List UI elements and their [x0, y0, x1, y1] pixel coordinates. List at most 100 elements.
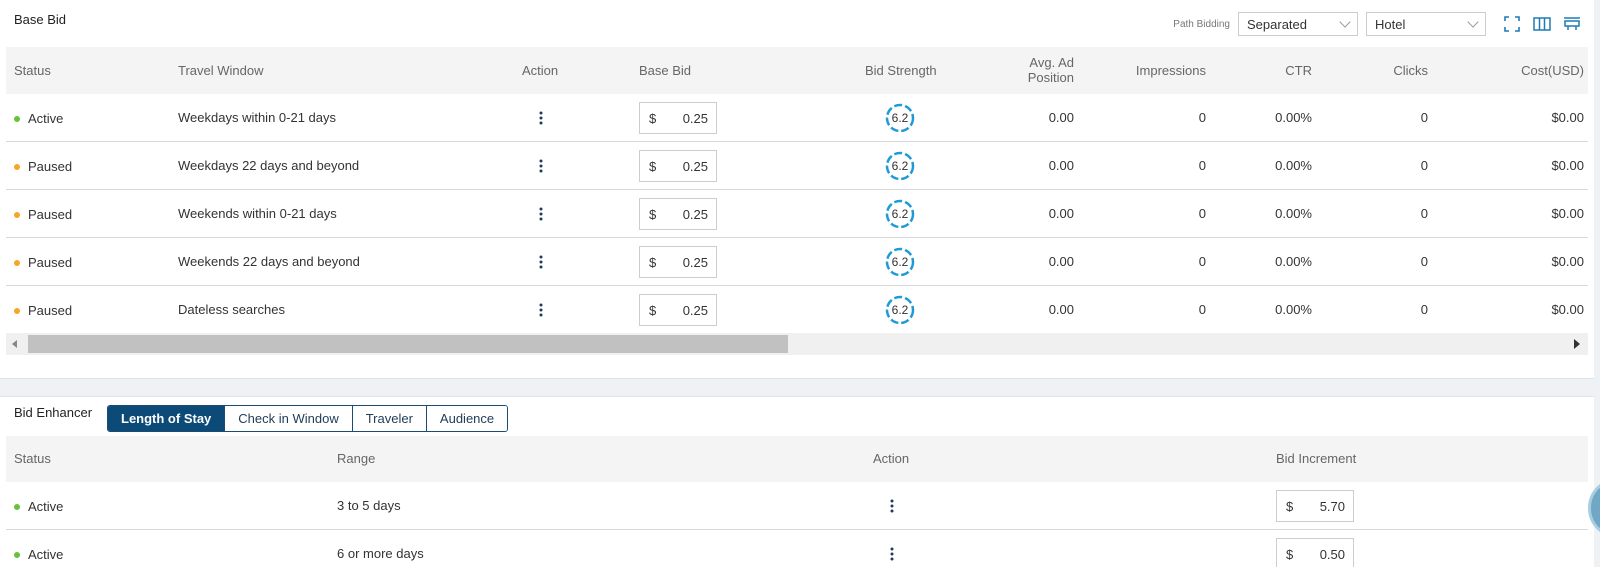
bid-strength-value: 6.2 [891, 303, 909, 317]
impressions-cell: 0 [1198, 254, 1206, 269]
status-label: Paused [28, 303, 73, 318]
status-dot [14, 211, 20, 218]
base-bid-input[interactable]: $0.25 [639, 198, 717, 230]
bid-enhancer-panel: Bid Enhancer Length of Stay Check in Win… [0, 396, 1594, 567]
base-bid-value: 0.25 [682, 111, 708, 126]
currency-symbol: $ [649, 303, 657, 318]
tab-traveler[interactable]: Traveler [351, 406, 426, 431]
path-bidding-select[interactable]: Separated [1238, 12, 1358, 36]
base-bid-toolbar: Path Bidding Separated Hotel [1173, 12, 1584, 36]
status-dot [14, 259, 20, 266]
clicks-cell: 0 [1420, 206, 1428, 221]
more-actions-icon[interactable] [531, 108, 551, 128]
more-actions-icon[interactable] [531, 300, 551, 320]
currency-symbol: $ [649, 207, 657, 222]
travel-window-cell: Weekdays 22 days and beyond [178, 158, 360, 173]
base-bid-input[interactable]: $0.25 [639, 246, 717, 278]
col-travel-window: Travel Window [178, 63, 264, 78]
bid-strength-value: 6.2 [891, 255, 909, 269]
type-select[interactable]: Hotel [1366, 12, 1486, 36]
travel-window-cell: Weekends 22 days and beyond [178, 254, 360, 269]
status-label: Paused [28, 255, 73, 270]
columns-icon[interactable] [1530, 12, 1554, 36]
tab-audience[interactable]: Audience [425, 406, 508, 431]
impressions-cell: 0 [1198, 110, 1206, 125]
base-bid-input[interactable]: $0.25 [639, 102, 717, 134]
impressions-cell: 0 [1198, 302, 1206, 317]
ctr-cell: 0.00% [1275, 158, 1312, 173]
status-cell: Active [14, 499, 63, 514]
table-row: Active 3 to 5 days $5.70 [6, 482, 1588, 530]
chevron-down-icon [1467, 16, 1479, 28]
table-row: Paused Weekends 22 days and beyond $0.25 6.… [6, 238, 1588, 286]
scrollbar-thumb[interactable] [28, 335, 788, 353]
base-bid-panel: Base Bid Path Bidding Separated Hotel St… [0, 0, 1594, 379]
more-actions-icon[interactable] [882, 496, 902, 516]
status-dot [14, 163, 20, 170]
fullscreen-icon[interactable] [1500, 12, 1524, 36]
travel-window-cell: Dateless searches [178, 302, 285, 317]
col-range: Range [337, 451, 376, 466]
status-cell: Active [14, 547, 63, 562]
chevron-down-icon [1339, 16, 1351, 28]
bid-enhancer-title: Bid Enhancer [14, 405, 93, 420]
bid-strength-gauge: 6.2 [884, 102, 916, 134]
base-bid-input[interactable]: $0.25 [639, 294, 717, 326]
avg-position-cell: 0.00 [1048, 110, 1074, 125]
clicks-cell: 0 [1420, 254, 1428, 269]
horizontal-scrollbar[interactable] [6, 333, 1588, 355]
currency-symbol: $ [649, 255, 657, 270]
path-bidding-label: Path Bidding [1173, 18, 1230, 30]
status-dot [14, 503, 20, 510]
tab-check-in-window[interactable]: Check in Window [224, 406, 352, 431]
col-action: Action [873, 451, 910, 466]
bid-increment-input[interactable]: $0.50 [1276, 538, 1354, 567]
bid-increment-input[interactable]: $5.70 [1276, 490, 1354, 522]
status-label: Active [28, 499, 64, 514]
cost-cell: $0.00 [1551, 158, 1584, 173]
base-bid-title: Base Bid [14, 12, 67, 27]
currency-symbol: $ [649, 111, 657, 126]
col-status: Status [14, 451, 51, 466]
bid-strength-gauge: 6.2 [884, 246, 916, 278]
status-cell: Paused [14, 303, 72, 318]
scroll-left-icon[interactable] [12, 340, 17, 348]
travel-window-cell: Weekdays within 0-21 days [178, 110, 337, 125]
travel-window-cell: Weekends within 0-21 days [178, 206, 337, 221]
status-cell: Paused [14, 207, 72, 222]
bid-strength-value: 6.2 [891, 159, 909, 173]
bid-increment-value: 0.50 [1319, 547, 1345, 562]
col-clicks: Clicks [1393, 63, 1428, 78]
bid-strength-gauge: 6.2 [884, 150, 916, 182]
base-bid-value: 0.25 [682, 159, 708, 174]
base-bid-value: 0.25 [682, 207, 708, 222]
col-avg-ad: Avg. Ad [1029, 55, 1074, 70]
impressions-cell: 0 [1198, 158, 1206, 173]
cost-cell: $0.00 [1551, 254, 1584, 269]
bid-strength-gauge: 6.2 [884, 198, 916, 230]
cost-cell: $0.00 [1551, 302, 1584, 317]
sticky-icon[interactable] [1560, 12, 1584, 36]
more-actions-icon[interactable] [882, 544, 902, 564]
more-actions-icon[interactable] [531, 204, 551, 224]
status-cell: Paused [14, 159, 72, 174]
col-cost: Cost(USD) [1521, 63, 1584, 78]
more-actions-icon[interactable] [531, 156, 551, 176]
col-ctr: CTR [1285, 63, 1312, 78]
status-cell: Paused [14, 255, 72, 270]
tab-length-of-stay[interactable]: Length of Stay [108, 406, 225, 431]
bid-increment-value: 5.70 [1319, 499, 1345, 514]
currency-symbol: $ [649, 159, 657, 174]
avg-position-cell: 0.00 [1048, 206, 1074, 221]
col-bid-strength: Bid Strength [865, 63, 937, 78]
range-cell: 6 or more days [337, 546, 424, 561]
ctr-cell: 0.00% [1275, 110, 1312, 125]
scroll-right-icon[interactable] [1574, 339, 1580, 349]
type-select-value: Hotel [1375, 16, 1406, 32]
ctr-cell: 0.00% [1275, 254, 1312, 269]
status-dot [14, 307, 20, 314]
base-bid-input[interactable]: $0.25 [639, 150, 717, 182]
table-row: Paused Dateless searches $0.25 6.2 0.00 0 0.00… [6, 286, 1588, 334]
more-actions-icon[interactable] [531, 252, 551, 272]
bid-strength-value: 6.2 [891, 207, 909, 221]
